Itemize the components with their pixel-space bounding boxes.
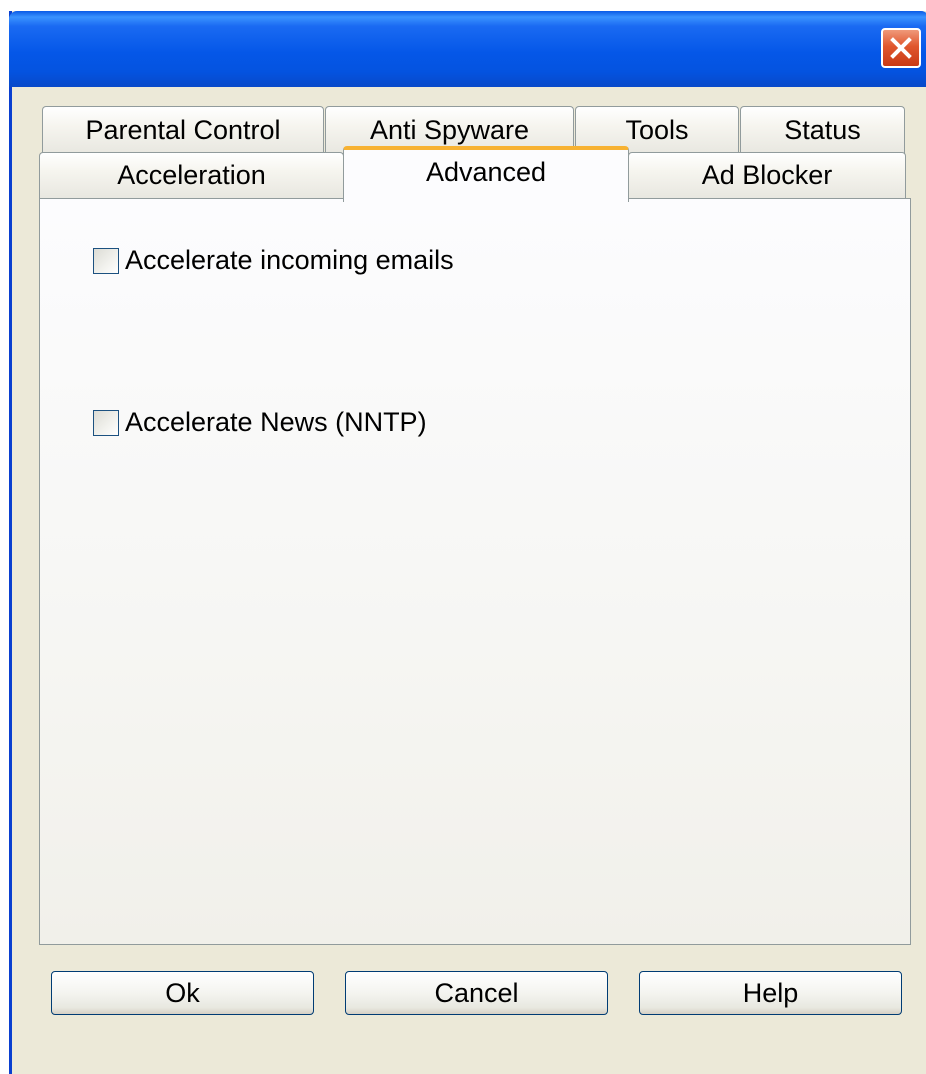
tab-label: Acceleration bbox=[117, 160, 266, 190]
tab-label: Advanced bbox=[425, 157, 547, 187]
accelerate-news-option[interactable]: Accelerate News (NNTP) bbox=[93, 407, 427, 438]
tab-parental-control[interactable]: Parental Control bbox=[42, 106, 324, 154]
close-icon bbox=[890, 37, 912, 59]
tab-status[interactable]: Status bbox=[740, 106, 905, 154]
accelerate-emails-option[interactable]: Accelerate incoming emails bbox=[93, 245, 454, 276]
title-bar[interactable] bbox=[9, 11, 926, 87]
tab-acceleration[interactable]: Acceleration bbox=[39, 152, 344, 198]
tab-label: Status bbox=[784, 115, 861, 145]
tab-label: Parental Control bbox=[85, 115, 281, 145]
settings-dialog: Parental Control Anti Spyware Tools Stat… bbox=[9, 11, 926, 1074]
accelerate-news-checkbox[interactable] bbox=[93, 409, 119, 436]
tab-advanced[interactable]: Advanced bbox=[343, 146, 629, 202]
ok-button[interactable]: Ok bbox=[51, 971, 314, 1015]
accelerate-emails-checkbox[interactable] bbox=[93, 247, 119, 274]
advanced-panel: Accelerate incoming emails Accelerate Ne… bbox=[39, 198, 911, 945]
tab-ad-blocker[interactable]: Ad Blocker bbox=[628, 152, 906, 198]
close-button[interactable] bbox=[881, 28, 921, 68]
accelerate-emails-label: Accelerate incoming emails bbox=[125, 245, 454, 275]
cancel-button[interactable]: Cancel bbox=[345, 971, 608, 1015]
help-button[interactable]: Help bbox=[639, 971, 902, 1015]
accelerate-news-label: Accelerate News (NNTP) bbox=[125, 407, 427, 437]
tab-label: Ad Blocker bbox=[701, 160, 833, 190]
